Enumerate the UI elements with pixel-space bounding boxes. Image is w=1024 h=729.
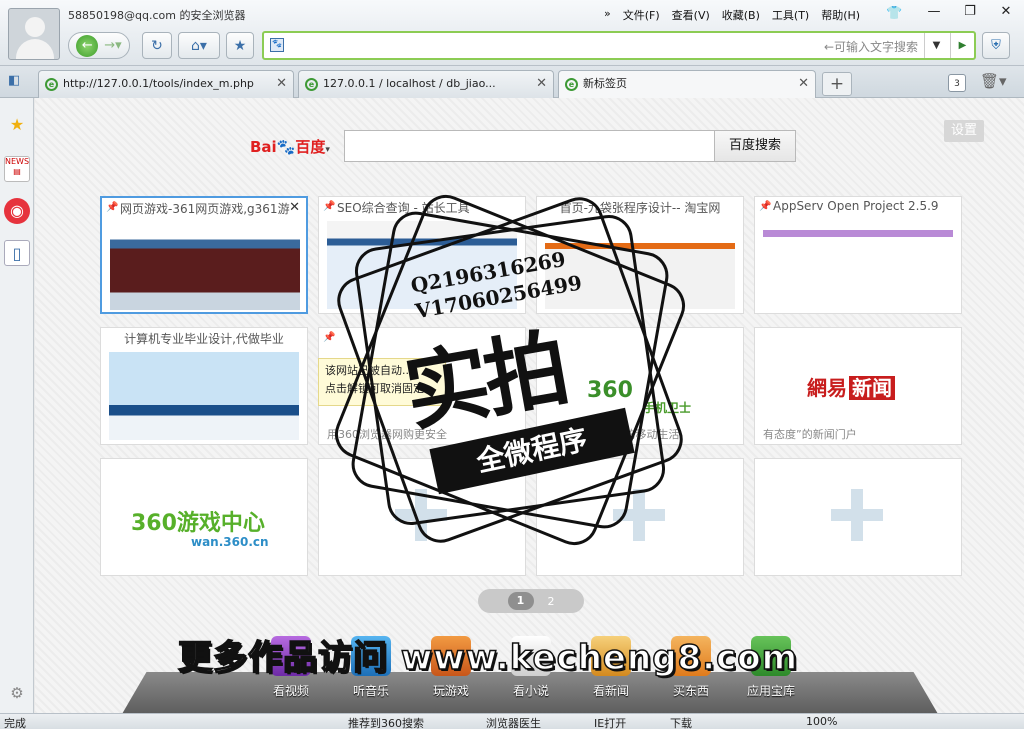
gear-icon[interactable]: ⚙: [4, 680, 30, 706]
tab-tools-index[interactable]: e http://127.0.0.1/tools/index_m.php ✕: [38, 70, 294, 98]
speed-dial-tile[interactable]: 360 手机卫士 360手机卫士 您的移动生活: [536, 327, 744, 445]
settings-button[interactable]: 设置: [944, 120, 984, 142]
skin-icon[interactable]: 👕: [886, 6, 902, 21]
status-browser-doctor[interactable]: 浏览器医生: [486, 715, 541, 729]
window-controls: — ❐ ✕: [916, 0, 1024, 22]
netease-news-logo: 網易 新闻: [805, 372, 895, 401]
star-icon: ★: [233, 37, 247, 54]
menu-bar: » 文件(F) 查看(V) 收藏(B) 工具(T) 帮助(H): [604, 7, 860, 23]
speed-dial-tile[interactable]: 📌 SEO综合查询 - 站长工具: [318, 196, 526, 314]
page-2-button[interactable]: 2: [548, 595, 555, 608]
close-window-button[interactable]: ✕: [988, 0, 1024, 22]
tab-phpmyadmin[interactable]: e 127.0.0.1 / localhost / db_jiao... ✕: [298, 70, 554, 98]
home-button[interactable]: ⌂▾: [178, 32, 220, 59]
360-mobile-logo: 360 手机卫士: [587, 378, 692, 415]
tile-thumbnail: [545, 221, 735, 309]
tile-close-icon[interactable]: ✕: [289, 200, 300, 215]
title-bar: 58850198@qq.com 的安全浏览器 » 文件(F) 查看(V) 收藏(…: [0, 0, 1024, 66]
baidu-paw-icon: 🐾: [270, 38, 284, 52]
baidu-search-button[interactable]: 百度搜索: [714, 130, 796, 162]
pin-icon[interactable]: 📌: [323, 332, 335, 343]
user-avatar[interactable]: [8, 8, 60, 60]
speed-dial-tile[interactable]: 首页-九袋张程序设计-- 淘宝网: [536, 196, 744, 314]
home-icon: ⌂▾: [191, 37, 207, 54]
speed-dial-tile[interactable]: 📌 网页游戏-361网页游戏,g361游 ✕: [100, 196, 308, 314]
add-plus-icon[interactable]: [395, 489, 447, 541]
add-plus-icon[interactable]: [613, 489, 665, 541]
tab-bar: ◧ e http://127.0.0.1/tools/index_m.php ✕ e…: [0, 66, 1024, 98]
search-input[interactable]: [344, 130, 716, 162]
empty-tile-add[interactable]: [754, 458, 962, 576]
tile-thumbnail: [109, 352, 299, 440]
minimize-button[interactable]: —: [916, 0, 952, 22]
tile-thumbnail: [763, 221, 953, 309]
refresh-icon: ↻: [151, 37, 163, 54]
forward-arrow-icon[interactable]: →▾: [104, 38, 121, 53]
empty-tile-add[interactable]: [318, 458, 526, 576]
menu-tools[interactable]: 工具(T): [772, 7, 809, 23]
speed-dial-tile[interactable]: 360游戏中心 wan.360.cn: [100, 458, 308, 576]
menu-favorites[interactable]: 收藏(B): [722, 7, 760, 23]
left-sidebar: ★ NEWS ▤ ◉ ▯ ⚙: [0, 98, 34, 713]
page-1-button[interactable]: 1: [507, 592, 534, 610]
baidu-logo[interactable]: Bai🐾百度▾: [250, 136, 330, 157]
tab-close-icon[interactable]: ✕: [276, 71, 287, 97]
status-download[interactable]: 下载: [670, 715, 692, 729]
add-plus-icon[interactable]: [831, 489, 883, 541]
360-game-center-logo: 360游戏中心 wan.360.cn: [131, 511, 269, 549]
new-tab-button[interactable]: +: [822, 72, 852, 96]
address-dropdown-icon[interactable]: ▼: [924, 33, 948, 58]
favorite-button[interactable]: ★: [226, 32, 254, 59]
ie-page-icon: e: [45, 78, 58, 91]
menu-file[interactable]: 文件(F): [623, 7, 660, 23]
window-title: 58850198@qq.com 的安全浏览器: [68, 9, 246, 22]
status-text: 完成: [4, 717, 26, 729]
status-zoom[interactable]: 100%: [806, 715, 837, 728]
back-forward-buttons[interactable]: ← →▾: [68, 32, 130, 59]
security-shield-button[interactable]: ⛨: [982, 32, 1010, 59]
address-bar[interactable]: 🐾 ←可输入文字搜索 ▼ ▶: [262, 31, 976, 60]
tab-close-icon[interactable]: ✕: [536, 71, 547, 97]
refresh-button[interactable]: ↻: [142, 32, 172, 59]
address-hint: ←可输入文字搜索: [823, 40, 918, 54]
sidebar-toggle-icon[interactable]: ◧: [8, 73, 20, 88]
news-icon[interactable]: NEWS ▤: [4, 156, 30, 182]
back-arrow-icon[interactable]: ←: [76, 34, 99, 57]
phone-icon[interactable]: ▯: [4, 240, 30, 266]
menu-help[interactable]: 帮助(H): [821, 7, 860, 23]
status-bar: 完成 推荐到360搜索 浏览器医生 IE打开 下载 100%: [0, 713, 1024, 729]
tile-thumbnail: [327, 221, 517, 309]
ie-page-icon: e: [305, 78, 318, 91]
speed-dial-tile[interactable]: 计算机专业毕业设计,代做毕业: [100, 327, 308, 445]
empty-tile-add[interactable]: [536, 458, 744, 576]
menu-view[interactable]: 查看(V): [672, 7, 710, 23]
weibo-icon[interactable]: ◉: [4, 198, 30, 224]
favorites-star-icon[interactable]: ★: [4, 112, 30, 138]
tab-count-badge[interactable]: 3: [948, 74, 966, 92]
status-search-recommend[interactable]: 推荐到360搜索: [348, 715, 424, 729]
status-ie-open[interactable]: IE打开: [594, 715, 626, 729]
menu-more-icon[interactable]: »: [604, 7, 611, 23]
trash-icon[interactable]: 🗑▾: [980, 72, 1007, 90]
maximize-button[interactable]: ❐: [952, 0, 988, 22]
tab-new-tab[interactable]: e 新标签页 ✕: [558, 70, 816, 98]
shield-icon: ⛨: [991, 38, 1001, 53]
watermark-banner: 更多作品访问 www.kecheng8.com: [177, 637, 799, 679]
speed-dial-tile[interactable]: 📌 AppServ Open Project 2.5.9: [754, 196, 962, 314]
speed-dial-tile[interactable]: 網易 新闻 有态度”的新闻门户: [754, 327, 962, 445]
tab-close-icon[interactable]: ✕: [798, 71, 809, 97]
go-arrow-icon[interactable]: ▶: [950, 33, 974, 58]
pin-tooltip: 该网站已被自动... 点击解锁可取消固定: [318, 358, 446, 406]
tile-thumbnail: [110, 222, 300, 310]
ie-page-icon: e: [565, 78, 578, 91]
page-indicator: 1 2: [478, 589, 584, 613]
